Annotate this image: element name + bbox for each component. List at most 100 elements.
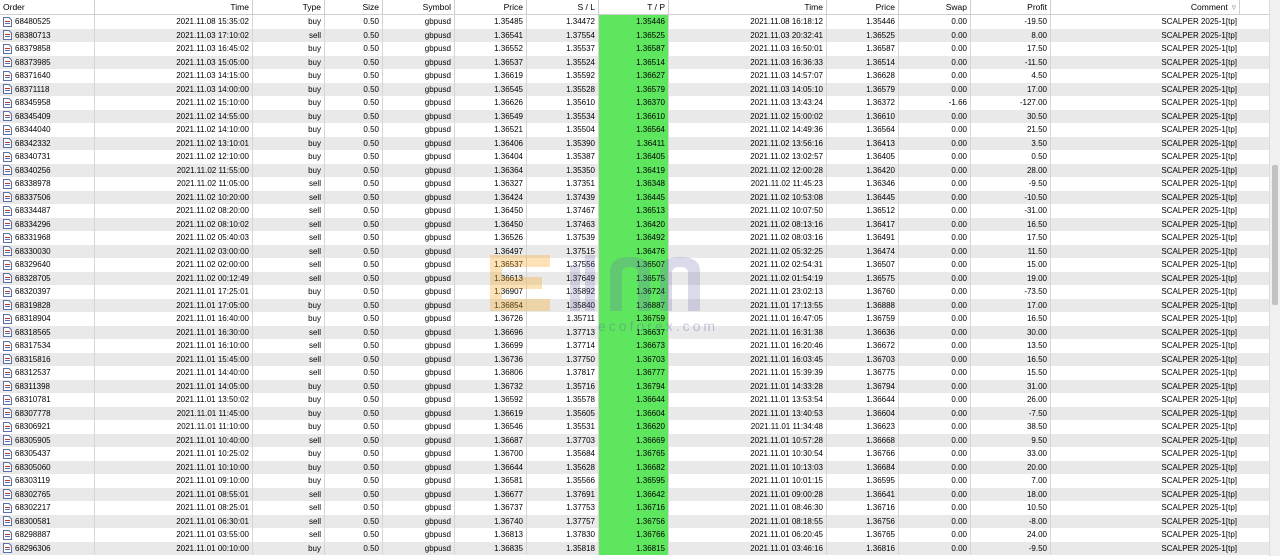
table-row[interactable]: 68311398 2021.11.01 14:05:00 buy 0.50 gb… [0,379,1270,393]
cell-take-profit: 1.36476 [599,244,669,258]
table-row[interactable]: 68318904 2021.11.01 16:40:00 buy 0.50 gb… [0,312,1270,326]
column-header-take-profit[interactable]: T / P [599,0,669,14]
table-row[interactable]: 68371640 2021.11.03 14:15:00 buy 0.50 gb… [0,69,1270,83]
document-icon [3,327,12,338]
cell-close-time: 2021.11.03 14:05:10 [669,82,827,96]
table-row[interactable]: 68345958 2021.11.02 15:10:00 buy 0.50 gb… [0,96,1270,110]
cell-size: 0.50 [325,528,383,542]
document-icon [3,259,12,270]
table-row[interactable]: 68320397 2021.11.01 17:25:01 buy 0.50 gb… [0,285,1270,299]
table-row[interactable]: 68480525 2021.11.08 15:35:02 buy 0.50 gb… [0,15,1270,29]
cell-close-time: 2021.11.02 13:02:57 [669,150,827,164]
order-number: 68330030 [15,246,51,256]
table-row[interactable]: 68342332 2021.11.02 13:10:01 buy 0.50 gb… [0,136,1270,150]
table-row[interactable]: 68330030 2021.11.02 03:00:00 sell 0.50 g… [0,244,1270,258]
table-row[interactable]: 68331968 2021.11.02 05:40:03 sell 0.50 g… [0,231,1270,245]
column-header-symbol[interactable]: Symbol [383,0,455,14]
cell-open-time: 2021.11.03 16:45:02 [95,42,253,56]
table-row[interactable]: 68334296 2021.11.02 08:10:02 sell 0.50 g… [0,217,1270,231]
cell-order: 68480525 [0,15,95,29]
table-row[interactable]: 68302765 2021.11.01 08:55:01 sell 0.50 g… [0,487,1270,501]
cell-swap: 0.00 [899,231,971,245]
cell-open-price: 1.35485 [455,15,527,29]
cell-take-profit: 1.36575 [599,271,669,285]
column-header-type[interactable]: Type [253,0,325,14]
column-header-size[interactable]: Size [325,0,383,14]
table-row[interactable]: 68296306 2021.11.01 00:10:00 buy 0.50 gb… [0,541,1270,555]
table-row[interactable]: 68298887 2021.11.01 03:55:00 sell 0.50 g… [0,528,1270,542]
table-row[interactable]: 68306921 2021.11.01 11:10:00 buy 0.50 gb… [0,420,1270,434]
cell-open-time: 2021.11.01 16:40:00 [95,312,253,326]
table-row[interactable]: 68307778 2021.11.01 11:45:00 buy 0.50 gb… [0,406,1270,420]
table-row[interactable]: 68310781 2021.11.01 13:50:02 buy 0.50 gb… [0,393,1270,407]
cell-comment: SCALPER 2025-1[tp] [1161,44,1237,53]
table-row[interactable]: 68303119 2021.11.01 09:10:00 buy 0.50 gb… [0,474,1270,488]
table-row[interactable]: 68329640 2021.11.02 02:00:00 sell 0.50 g… [0,258,1270,272]
table-row[interactable]: 68305905 2021.11.01 10:40:00 sell 0.50 g… [0,433,1270,447]
table-row[interactable]: 68305060 2021.11.01 10:10:00 buy 0.50 gb… [0,460,1270,474]
table-row[interactable]: 68338978 2021.11.02 11:05:00 sell 0.50 g… [0,177,1270,191]
table-row[interactable]: 68344040 2021.11.02 14:10:00 buy 0.50 gb… [0,123,1270,137]
table-row[interactable]: 68319828 2021.11.01 17:05:00 buy 0.50 gb… [0,298,1270,312]
cell-symbol: gbpusd [383,190,455,204]
table-row[interactable]: 68318565 2021.11.01 16:30:00 sell 0.50 g… [0,325,1270,339]
cell-open-price: 1.36619 [455,406,527,420]
column-header-profit[interactable]: Profit [971,0,1051,14]
cell-order: 68319828 [0,298,95,312]
table-row[interactable]: 68371118 2021.11.03 14:00:00 buy 0.50 gb… [0,82,1270,96]
cell-close-price: 1.36628 [827,69,899,83]
table-row[interactable]: 68300581 2021.11.01 06:30:01 sell 0.50 g… [0,514,1270,528]
cell-open-price: 1.36644 [455,460,527,474]
cell-open-price: 1.36545 [455,82,527,96]
cell-type: sell [253,366,325,380]
column-header-open-price[interactable]: Price [455,0,527,14]
cell-stop-loss: 1.35390 [527,136,599,150]
column-header-comment[interactable]: Comment ▿ [1051,0,1240,14]
vertical-scrollbar[interactable] [1269,0,1280,556]
table-row[interactable]: 68305437 2021.11.01 10:25:02 buy 0.50 gb… [0,447,1270,461]
table-row[interactable]: 68340256 2021.11.02 11:55:00 buy 0.50 gb… [0,163,1270,177]
table-row[interactable]: 68340731 2021.11.02 12:10:00 buy 0.50 gb… [0,150,1270,164]
column-header-close-time[interactable]: Time [669,0,827,14]
cell-swap: 0.00 [899,190,971,204]
table-row[interactable]: 68317534 2021.11.01 16:10:00 sell 0.50 g… [0,339,1270,353]
document-icon [3,246,12,257]
table-row[interactable]: 68315816 2021.11.01 15:45:00 sell 0.50 g… [0,352,1270,366]
table-row[interactable]: 68328705 2021.11.02 00:12:49 sell 0.50 g… [0,271,1270,285]
scrollbar-thumb[interactable] [1272,165,1278,305]
cell-symbol: gbpusd [383,393,455,407]
cell-take-profit: 1.36348 [599,177,669,191]
cell-close-time: 2021.11.02 08:03:16 [669,231,827,245]
cell-size: 0.50 [325,352,383,366]
cell-profit: 21.50 [971,123,1051,137]
table-row[interactable]: 68345409 2021.11.02 14:55:00 buy 0.50 gb… [0,109,1270,123]
table-row[interactable]: 68312537 2021.11.01 14:40:00 sell 0.50 g… [0,366,1270,380]
column-header-close-price[interactable]: Price [827,0,899,14]
table-row[interactable]: 68302217 2021.11.01 08:25:01 sell 0.50 g… [0,501,1270,515]
cell-open-price: 1.36619 [455,69,527,83]
table-row[interactable]: 68337506 2021.11.02 10:20:00 sell 0.50 g… [0,190,1270,204]
column-header-stop-loss[interactable]: S / L [527,0,599,14]
cell-close-time: 2021.11.02 02:54:31 [669,258,827,272]
cell-close-price: 1.36587 [827,42,899,56]
column-header-swap[interactable]: Swap [899,0,971,14]
cell-take-profit: 1.36514 [599,55,669,69]
cell-close-price: 1.36512 [827,204,899,218]
table-row[interactable]: 68380713 2021.11.03 17:10:02 sell 0.50 g… [0,28,1270,42]
cell-size: 0.50 [325,42,383,56]
cell-stop-loss: 1.37750 [527,352,599,366]
cell-open-time: 2021.11.02 14:55:00 [95,109,253,123]
cell-open-time: 2021.11.03 14:00:00 [95,82,253,96]
column-header-order[interactable]: Order [0,0,95,14]
cell-type: buy [253,474,325,488]
table-body: 68480525 2021.11.08 15:35:02 buy 0.50 gb… [0,15,1270,555]
table-row[interactable]: 68373985 2021.11.03 15:05:00 buy 0.50 gb… [0,55,1270,69]
table-row[interactable]: 68334487 2021.11.02 08:20:00 sell 0.50 g… [0,204,1270,218]
cell-open-price: 1.36549 [455,109,527,123]
cell-stop-loss: 1.35350 [527,163,599,177]
cell-symbol: gbpusd [383,285,455,299]
column-header-open-time[interactable]: Time [95,0,253,14]
table-row[interactable]: 68379858 2021.11.03 16:45:02 buy 0.50 gb… [0,42,1270,56]
document-icon [3,97,12,108]
cell-stop-loss: 1.37830 [527,528,599,542]
